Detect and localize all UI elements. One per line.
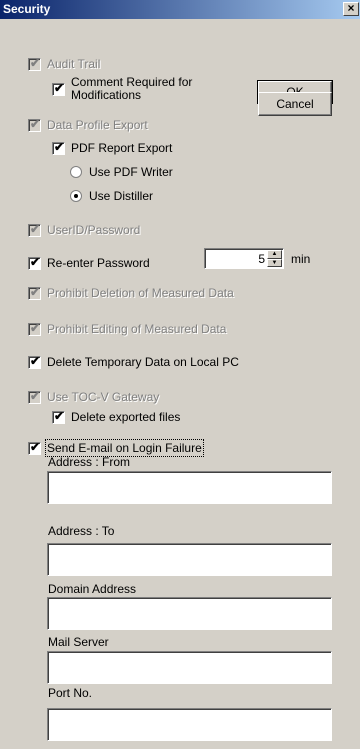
prohibit-deletion-checkbox: ✔ xyxy=(28,284,41,300)
userid-password-label: UserID/Password xyxy=(47,223,141,237)
check-mark-icon: ✔ xyxy=(30,55,41,70)
check-mark-icon: ✔ xyxy=(30,254,41,269)
comment-required-checkbox[interactable]: ✔ xyxy=(52,80,65,96)
delete-exported-files-option[interactable]: ✔ Delete exported files xyxy=(52,409,180,425)
reenter-password-option[interactable]: ✔ Re-enter Password xyxy=(28,255,150,271)
use-pdf-writer-option[interactable]: Use PDF Writer xyxy=(70,164,173,180)
comment-required-label: Comment Required for Modifications xyxy=(71,75,193,102)
mail-server-label: Mail Server xyxy=(48,635,109,649)
check-mark-icon: ✔ xyxy=(30,353,41,368)
send-email-failure-label: Send E-mail on Login Failure xyxy=(45,439,204,457)
data-profile-export-label: Data Profile Export xyxy=(47,118,148,132)
title-bar: Security × xyxy=(0,0,360,19)
check-mark-icon: ✔ xyxy=(30,320,41,335)
pdf-report-export-checkbox[interactable]: ✔ xyxy=(52,139,65,155)
send-email-failure-checkbox[interactable]: ✔ xyxy=(28,439,41,455)
minutes-spinner[interactable]: ▲ ▼ xyxy=(267,250,282,267)
prohibit-editing-option: ✔ Prohibit Editing of Measured Data xyxy=(28,321,226,337)
use-tocv-gateway-checkbox: ✔ xyxy=(28,388,41,404)
audit-trail-label: Audit Trail xyxy=(47,57,101,71)
delete-exported-files-checkbox[interactable]: ✔ xyxy=(52,408,65,424)
data-profile-export-option: ✔ Data Profile Export xyxy=(28,117,148,133)
delete-temp-data-option[interactable]: ✔ Delete Temporary Data on Local PC xyxy=(28,354,239,370)
use-tocv-gateway-option: ✔ Use TOC-V Gateway xyxy=(28,389,159,405)
use-distiller-radio[interactable] xyxy=(70,190,82,202)
prohibit-editing-checkbox: ✔ xyxy=(28,320,41,336)
check-mark-icon: ✔ xyxy=(54,80,65,95)
delete-temp-data-checkbox[interactable]: ✔ xyxy=(28,353,41,369)
pdf-report-export-label: PDF Report Export xyxy=(71,141,173,155)
address-from-field[interactable] xyxy=(47,471,332,504)
check-mark-icon: ✔ xyxy=(54,139,65,154)
window-title: Security xyxy=(3,2,51,16)
address-to-field[interactable] xyxy=(47,543,332,576)
address-to-label: Address : To xyxy=(48,524,115,538)
use-distiller-option[interactable]: Use Distiller xyxy=(70,188,153,204)
delete-temp-data-label: Delete Temporary Data on Local PC xyxy=(47,355,239,369)
data-profile-export-checkbox: ✔ xyxy=(28,116,41,132)
address-from-label: Address : From xyxy=(48,455,131,469)
userid-password-option: ✔ UserID/Password xyxy=(28,222,140,238)
prohibit-deletion-option: ✔ Prohibit Deletion of Measured Data xyxy=(28,285,234,301)
reenter-minutes-spinbox[interactable]: 5 ▲ ▼ xyxy=(204,248,284,269)
check-mark-icon: ✔ xyxy=(54,408,65,423)
check-mark-icon: ✔ xyxy=(30,116,41,131)
delete-exported-files-label: Delete exported files xyxy=(71,410,181,424)
comment-required-option[interactable]: ✔ Comment Required for Modifications xyxy=(52,74,231,104)
use-pdf-writer-label: Use PDF Writer xyxy=(89,165,173,179)
send-email-failure-option[interactable]: ✔ Send E-mail on Login Failure xyxy=(28,439,204,457)
check-mark-icon: ✔ xyxy=(30,388,41,403)
check-mark-icon: ✔ xyxy=(30,284,41,299)
use-tocv-gateway-label: Use TOC-V Gateway xyxy=(47,390,160,404)
port-no-field[interactable] xyxy=(47,708,332,741)
use-pdf-writer-radio[interactable] xyxy=(70,166,82,178)
reenter-password-checkbox[interactable]: ✔ xyxy=(28,254,41,270)
reenter-minutes-value: 5 xyxy=(258,252,265,266)
reenter-password-label: Re-enter Password xyxy=(47,256,150,270)
mail-server-field[interactable] xyxy=(47,651,332,684)
port-no-label: Port No. xyxy=(48,686,93,700)
audit-trail-checkbox: ✔ xyxy=(28,55,41,71)
check-mark-icon: ✔ xyxy=(30,439,41,454)
close-icon: × xyxy=(347,1,355,15)
radio-selected-dot xyxy=(74,194,78,198)
domain-address-field[interactable] xyxy=(47,597,332,630)
audit-trail-option: ✔ Audit Trail xyxy=(28,56,100,72)
use-distiller-label: Use Distiller xyxy=(89,189,154,203)
prohibit-editing-label: Prohibit Editing of Measured Data xyxy=(47,322,227,336)
spin-down-icon[interactable]: ▼ xyxy=(267,258,282,267)
close-button[interactable]: × xyxy=(343,2,359,16)
pdf-report-export-option[interactable]: ✔ PDF Report Export xyxy=(52,140,172,156)
domain-address-label: Domain Address xyxy=(48,582,137,596)
userid-password-checkbox: ✔ xyxy=(28,221,41,237)
check-mark-icon: ✔ xyxy=(30,221,41,236)
spin-up-icon[interactable]: ▲ xyxy=(267,250,282,259)
prohibit-deletion-label: Prohibit Deletion of Measured Data xyxy=(47,286,234,300)
cancel-button[interactable]: Cancel xyxy=(258,92,332,116)
minutes-unit-label: min xyxy=(291,252,311,266)
